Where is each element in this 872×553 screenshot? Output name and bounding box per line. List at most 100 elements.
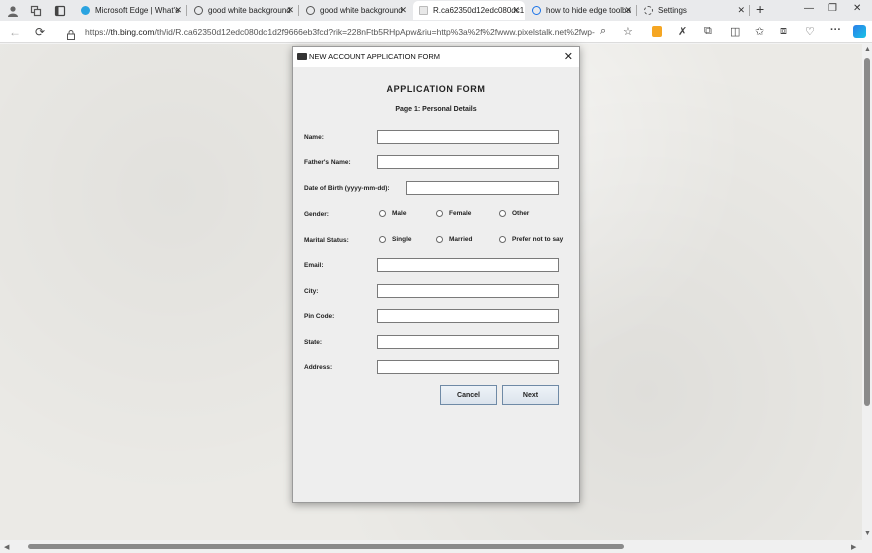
marital-married-radio[interactable]: Married <box>436 236 472 243</box>
tab-label: good white background <box>208 6 291 15</box>
tab-close-icon[interactable]: ✕ <box>399 5 407 16</box>
form-subheading: Page 1: Personal Details <box>395 106 477 113</box>
copilot-icon[interactable] <box>853 25 866 38</box>
tab-label: R.ca62350d12edc080dc1 <box>433 6 525 15</box>
marital-status-label: Marital Status: <box>304 237 349 244</box>
scroll-up-icon[interactable]: ▲ <box>864 46 871 53</box>
marital-single-radio[interactable]: Single <box>379 236 412 243</box>
tab-close-icon[interactable]: ✕ <box>174 5 182 16</box>
url-host: th.bing.com <box>110 27 155 37</box>
pin-code-label: Pin Code: <box>304 313 335 320</box>
close-window-button[interactable]: ✕ <box>853 3 861 14</box>
state-field[interactable] <box>377 335 559 349</box>
gender-label: Gender: <box>304 211 329 218</box>
radio-circle[interactable] <box>379 210 386 217</box>
workspaces-icon[interactable] <box>28 3 44 19</box>
url-path: /th/id/R.ca62350d12edc080dc1d2f9666eb3fc… <box>154 27 595 37</box>
browser-essentials-icon[interactable]: ♡ <box>805 25 815 38</box>
email-field[interactable] <box>377 258 559 272</box>
scroll-left-icon[interactable]: ◀ <box>4 543 9 551</box>
radio-circle[interactable] <box>436 236 443 243</box>
more-options-icon[interactable]: ··· <box>830 24 841 36</box>
address-label: Address: <box>304 364 333 371</box>
bing-search-favicon-icon <box>532 6 541 15</box>
pin-code-field[interactable] <box>377 309 559 323</box>
minimize-button[interactable]: — <box>804 3 814 14</box>
gender-male-radio[interactable]: Male <box>379 210 406 217</box>
search-favicon-icon <box>306 6 315 15</box>
tab-divider <box>749 5 750 16</box>
collections-icon[interactable]: ⧈ <box>780 25 787 38</box>
tab-good-white-background-2[interactable]: good white background ✕ <box>300 1 412 20</box>
java-app-icon <box>297 53 307 60</box>
city-label: City: <box>304 288 319 295</box>
name-field[interactable] <box>377 130 559 144</box>
favorites-icon[interactable]: ✩ <box>755 25 764 38</box>
radio-label: Prefer not to say <box>512 236 564 243</box>
dob-field[interactable] <box>406 181 559 195</box>
lock-icon[interactable] <box>67 27 75 45</box>
back-button[interactable]: ← <box>9 25 21 39</box>
marital-prefer-not-radio[interactable]: Prefer not to say <box>499 236 563 243</box>
vertical-scroll-thumb[interactable] <box>864 58 870 406</box>
favorite-star-icon[interactable]: ☆ <box>623 25 633 38</box>
scroll-right-icon[interactable]: ▶ <box>851 543 856 551</box>
tab-close-icon[interactable]: ✕ <box>624 5 632 16</box>
dialog-titlebar[interactable]: NEW ACCOUNT APPLICATION FORM ✕ <box>293 47 579 67</box>
extension-shield-icon[interactable] <box>652 26 662 37</box>
radio-circle[interactable] <box>499 210 506 217</box>
tab-divider <box>298 5 299 16</box>
name-label: Name: <box>304 134 324 141</box>
edge-favicon-icon <box>81 6 90 15</box>
extension-x-icon[interactable]: ✗ <box>678 25 687 38</box>
dialog-title: NEW ACCOUNT APPLICATION FORM <box>309 52 440 61</box>
gender-other-radio[interactable]: Other <box>499 210 529 217</box>
city-field[interactable] <box>377 284 559 298</box>
tab-actions-icon[interactable] <box>52 3 68 19</box>
vertical-scrollbar[interactable]: ▲ ▼ <box>862 44 872 540</box>
tab-hide-edge-toolbar[interactable]: how to hide edge toolba ✕ <box>526 1 637 20</box>
radio-circle[interactable] <box>436 210 443 217</box>
image-favicon-icon <box>419 6 428 15</box>
tab-close-icon[interactable]: ✕ <box>512 5 520 16</box>
restore-button[interactable]: ❐ <box>828 3 837 14</box>
tab-image-active[interactable]: R.ca62350d12edc080dc1 ✕ <box>413 1 525 20</box>
horizontal-scrollbar[interactable]: ◀ ▶ <box>0 540 872 553</box>
profile-icon[interactable] <box>5 3 21 19</box>
email-label: Email: <box>304 262 324 269</box>
tab-close-icon[interactable]: ✕ <box>737 5 745 16</box>
tab-good-white-background-1[interactable]: good white background ✕ <box>188 1 299 20</box>
tab-label: Microsoft Edge | What's <box>95 6 180 15</box>
dialog-close-button[interactable]: ✕ <box>564 50 573 63</box>
cancel-button[interactable]: Cancel <box>440 385 497 405</box>
radio-circle[interactable] <box>379 236 386 243</box>
tab-divider <box>186 5 187 16</box>
extensions-icon[interactable]: ⧉ <box>704 25 712 38</box>
tab-label: Settings <box>658 6 687 15</box>
gender-female-radio[interactable]: Female <box>436 210 471 217</box>
tab-label: how to hide edge toolba <box>546 6 631 15</box>
horizontal-scroll-thumb[interactable] <box>28 544 624 549</box>
tab-divider <box>636 5 637 16</box>
state-label: State: <box>304 339 323 346</box>
radio-label: Female <box>449 210 472 217</box>
refresh-button[interactable]: ⟳ <box>35 25 45 39</box>
new-tab-button[interactable]: + <box>756 1 764 17</box>
tab-close-icon[interactable]: ✕ <box>286 5 294 16</box>
tab-edge-whats-new[interactable]: Microsoft Edge | What's ✕ <box>75 1 187 20</box>
scroll-down-icon[interactable]: ▼ <box>864 530 871 537</box>
url-input[interactable]: https://th.bing.com/th/id/R.ca62350d12ed… <box>85 27 595 37</box>
address-field[interactable] <box>377 360 559 374</box>
radio-label: Other <box>512 210 530 217</box>
zoom-icon[interactable]: ⌕ <box>600 25 606 38</box>
radio-circle[interactable] <box>499 236 506 243</box>
father-name-field[interactable] <box>377 155 559 169</box>
dob-label: Date of Birth (yyyy-mm-dd): <box>304 185 390 192</box>
next-button[interactable]: Next <box>502 385 559 405</box>
gear-icon <box>644 6 653 15</box>
radio-label: Single <box>392 236 412 243</box>
split-screen-icon[interactable]: ◫ <box>730 25 740 38</box>
form-heading: APPLICATION FORM <box>386 84 486 94</box>
tab-settings[interactable]: Settings ✕ <box>638 1 750 20</box>
address-toolbar: ← ⟳ https://th.bing.com/th/id/R.ca62350d… <box>0 21 872 43</box>
